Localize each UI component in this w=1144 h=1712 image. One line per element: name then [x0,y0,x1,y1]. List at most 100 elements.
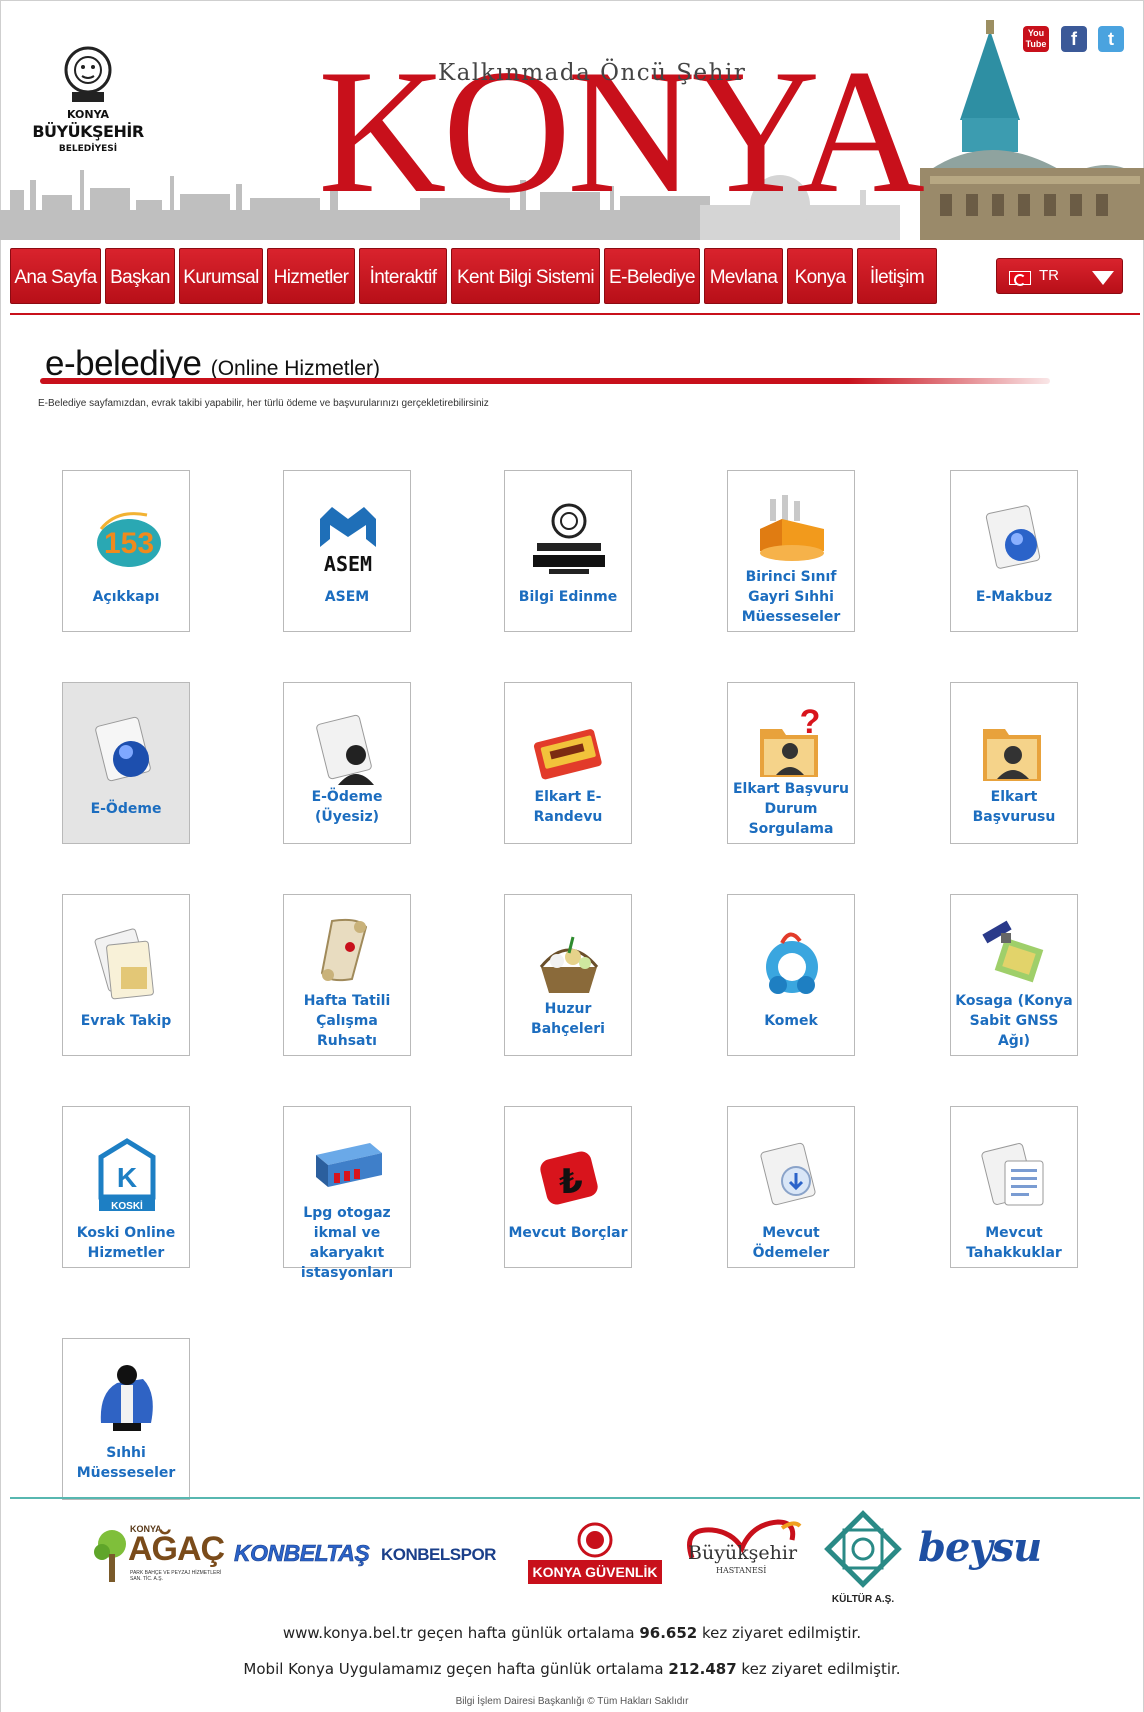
stats-text: kez ziyaret edilmiştir. [697,1624,862,1642]
hastane-text: Büyükşehir [688,1542,798,1564]
turkey-flag-icon [1009,271,1031,286]
service-tile-acikkapi[interactable]: 153 Açıkkapı [62,470,190,632]
service-label: Hafta Tatili Çalışma Ruhsatı [303,993,391,1049]
agac-sub-text: PARK BAHÇE VE PEYZAJ HİZMETLERİ SAN. TİC… [130,1570,222,1582]
document-download-icon [760,1142,816,1206]
konya-buyuksehir-logo-icon [533,503,605,574]
nav-item-kurumsal[interactable]: Kurumsal [179,248,263,304]
beysu-logo[interactable]: beysu [918,1524,1042,1571]
site-header: KONYA BÜYÜKŞEHİR BELEDİYESİ KONYA Kalkın… [0,0,1144,240]
service-tile-lpg[interactable]: Lpg otogaz ikmal ve akaryakıt istasyonla… [283,1106,411,1281]
nav-item-ana-sayfa[interactable]: Ana Sayfa [10,248,101,304]
twitter-icon[interactable]: t [1098,26,1124,52]
flower-basket-icon [539,936,599,993]
service-tile-bilgi-edinme[interactable]: Bilgi Edinme [504,470,632,632]
lion-emblem-icon [64,46,112,102]
factory-icon [760,495,824,561]
service-label: Koski Online Hizmetler [76,1225,176,1261]
service-tile-asem[interactable]: ASEM ASEM [283,470,411,632]
nav-item-hizmetler[interactable]: Hizmetler [267,248,355,304]
nav-item-konya[interactable]: Konya [787,248,853,304]
service-label: Elkart Başvurusu [972,789,1056,825]
svg-text:153: 153 [104,527,154,560]
service-label: Mevcut Borçlar [508,1225,628,1241]
tree-icon [94,1530,126,1582]
service-label: Açıkkapı [92,589,160,605]
service-tile-kosaga[interactable]: Kosaga (Konya Sabit GNSS Ağı) [950,894,1078,1056]
folder-question-icon: ? [760,705,821,777]
facebook-icon[interactable]: f [1061,26,1087,52]
nav-item-interaktif[interactable]: İnteraktif [359,248,447,304]
nav-item-baskan[interactable]: Başkan [105,248,175,304]
service-label: Mevcut Tahakkuklar [966,1225,1062,1261]
service-tile-hafta-tatili[interactable]: Hafta Tatili Çalışma Ruhsatı [283,894,411,1056]
service-tile-sihhi-muesseseler[interactable]: Sıhhi Müesseseler [62,1338,190,1500]
kultur-text: KÜLTÜR A.Ş. [831,1594,895,1605]
kultur-as-logo[interactable]: KÜLTÜR A.Ş. [820,1506,906,1610]
service-tile-e-odeme-uyesiz[interactable]: E-Ödeme (Üyesiz) [283,682,411,844]
service-label: Elkart Başvuru Durum Sorgulama [732,781,849,837]
service-label: Bilgi Edinme [518,589,618,605]
service-label: E-Ödeme [90,801,162,817]
service-tile-elkart-e-randevu[interactable]: Elkart E-Randevu [504,682,632,844]
service-label: Evrak Takip [80,1013,172,1029]
svg-text:?: ? [800,705,821,741]
gas-station-icon [316,1143,382,1187]
agac-text: AĞAÇ [128,1530,225,1568]
service-tile-mevcut-tahakkuklar[interactable]: Mevcut Tahakkuklar [950,1106,1078,1268]
service-tile-birinci-sinif[interactable]: Birinci Sınıf Gayri Sıhhi Müesseseler [727,470,855,632]
service-tile-koski[interactable]: K KOSKİ Koski Online Hizmetler [62,1106,190,1268]
konya-guvenlik-text: KONYA GÜVENLİK [528,1560,662,1584]
service-tile-elkart-basvurusu[interactable]: Elkart Başvurusu [950,682,1078,844]
konya-buyuksehir-logo[interactable]: KONYA BÜYÜKŞEHİR BELEDİYESİ [28,46,148,164]
service-label: E-Ödeme (Üyesiz) [311,789,383,825]
visit-stats-mobile: Mobil Konya Uygulamamız geçen hafta günl… [0,1660,1144,1678]
konbelspor-logo[interactable]: KONBELSPOR [381,1545,496,1565]
service-tile-elkart-basvuru-durum[interactable]: ? Elkart Başvuru Durum Sorgulama [727,682,855,844]
service-tile-e-makbuz[interactable]: E-Makbuz [950,470,1078,632]
nav-item-iletisim[interactable]: İletişim [857,248,937,304]
svg-text:ASEM: ASEM [324,552,372,576]
tagline: Kalkınmada Öncü Şehir [438,60,747,86]
logo-text-konya: KONYA [66,108,109,121]
agac-logo[interactable]: KONYA AĞAÇ PARK BAHÇE VE PEYZAJ HİZMETLE… [92,1524,228,1586]
visit-stats-web: www.konya.bel.tr geçen hafta günlük orta… [0,1624,1144,1642]
chef-icon [100,1365,153,1431]
asem-logo-icon: ASEM [320,507,376,576]
svg-text:₺: ₺ [559,1162,583,1202]
konya-guvenlik-logo[interactable]: KONYA GÜVENLİK [528,1522,662,1586]
lira-icon: ₺ [540,1151,598,1205]
nav-item-e-belediye[interactable]: E-Belediye [604,248,700,304]
konbeltas-logo[interactable]: KONBELTAŞ [234,1540,370,1567]
service-label: Lpg otogaz ikmal ve akaryakıt istasyonla… [300,1205,394,1281]
acikkapi-153-icon: 153 [97,512,161,567]
footer-divider [10,1497,1140,1499]
chevron-down-icon [1092,271,1114,285]
service-label: Kosaga (Konya Sabit GNSS Ağı) [955,993,1073,1049]
service-label: Birinci Sınıf Gayri Sıhhi Müesseseler [741,569,841,625]
nav-item-mevlana[interactable]: Mevlana [704,248,783,304]
stats-number: 96.652 [639,1624,698,1642]
service-tile-e-odeme[interactable]: E-Ödeme [62,682,190,844]
service-tile-huzur-bahceleri[interactable]: Huzur Bahçeleri [504,894,632,1056]
satellite-icon [982,920,1044,983]
document-globe-icon [985,505,1041,569]
service-tile-evrak-takip[interactable]: Evrak Takip [62,894,190,1056]
language-select[interactable]: TR [996,258,1123,294]
copyright: Bilgi İşlem Dairesi Başkanlığı © Tüm Hak… [455,1696,689,1707]
youtube-icon[interactable]: You Tube [1023,26,1049,52]
nav-item-kent-bilgi-sistemi[interactable]: Kent Bilgi Sistemi [451,248,600,304]
buyuksehir-hastanesi-logo[interactable]: Büyükşehir HASTANESİ [682,1518,802,1580]
koski-logo-icon: K KOSKİ [98,1138,156,1212]
logo-text-buyuksehir: BÜYÜKŞEHİR [32,122,144,141]
service-label: E-Makbuz [975,589,1053,605]
stats-text: www.konya.bel.tr geçen hafta günlük orta… [282,1624,640,1642]
service-tile-mevcut-odemeler[interactable]: Mevcut Ödemeler [727,1106,855,1268]
guvenlik-emblem-icon [577,1522,613,1558]
page-subtitle: E-Belediye sayfamızdan, evrak takibi yap… [38,398,489,409]
komek-logo-icon [766,932,818,994]
service-tile-komek[interactable]: Komek [727,894,855,1056]
service-tile-mevcut-borclar[interactable]: ₺ Mevcut Borçlar [504,1106,632,1268]
stats-text: kez ziyaret edilmiştir. [736,1660,901,1678]
service-label: Komek [764,1013,818,1029]
